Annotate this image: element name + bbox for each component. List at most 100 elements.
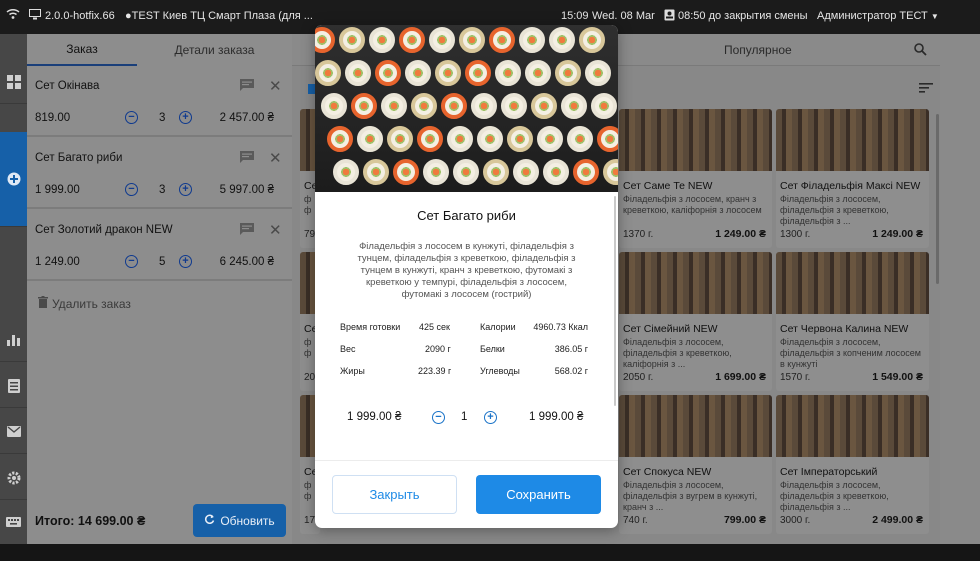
comment-icon[interactable] bbox=[240, 223, 254, 238]
sushi-roll bbox=[597, 126, 618, 152]
sushi-roll bbox=[369, 27, 395, 53]
plus-icon[interactable]: + bbox=[179, 111, 192, 124]
order-item[interactable]: Сет Багато риби ✕ 1 999.00 − 3 + 5 997.0… bbox=[27, 139, 292, 209]
sushi-roll bbox=[357, 126, 383, 152]
sushi-roll bbox=[441, 93, 467, 119]
save-button[interactable]: Сохранить bbox=[476, 475, 601, 514]
sushi-roll bbox=[393, 159, 419, 185]
order-item[interactable]: Сет Золотий дракон NEW ✕ 1 249.00 − 5 + … bbox=[27, 211, 292, 281]
sushi-roll bbox=[573, 159, 599, 185]
store-name[interactable]: ●TEST Киев ТЦ Смарт Плаза (для ... bbox=[125, 10, 313, 22]
product-image bbox=[776, 109, 929, 171]
product-card[interactable]: Сет Філадельфія Максі NEW Філадельфія з … bbox=[776, 109, 929, 248]
sort-icon[interactable] bbox=[919, 80, 933, 98]
product-card[interactable]: Сет Імператорський Філадельфія з лососем… bbox=[776, 395, 929, 534]
add-order-icon[interactable] bbox=[0, 132, 27, 227]
sushi-roll bbox=[603, 159, 618, 185]
tab-popular[interactable]: Популярное bbox=[724, 43, 792, 57]
sushi-roll bbox=[339, 27, 365, 53]
product-card[interactable]: Сет Спокуса NEW Філадельфія з лососем, ф… bbox=[619, 395, 772, 534]
chart-icon[interactable] bbox=[0, 318, 27, 362]
product-card[interactable]: Сет Сімейний NEW Філадельфія з лососем, … bbox=[619, 252, 772, 391]
sushi-roll bbox=[531, 93, 557, 119]
search-icon[interactable] bbox=[914, 43, 927, 61]
sushi-roll bbox=[495, 60, 521, 86]
cook-time-label: Время готовки bbox=[340, 322, 401, 332]
product-card[interactable]: Сет Саме Те NEW Філадельфія з лососем, к… bbox=[619, 109, 772, 248]
settings-icon[interactable] bbox=[0, 456, 27, 500]
refresh-button[interactable]: Обновить bbox=[193, 504, 286, 537]
bottom-bar bbox=[0, 544, 980, 561]
keyboard-icon[interactable] bbox=[0, 500, 27, 544]
sushi-roll bbox=[579, 27, 605, 53]
scrollbar[interactable] bbox=[936, 114, 939, 284]
plus-icon[interactable]: + bbox=[484, 411, 497, 424]
sushi-roll bbox=[345, 60, 371, 86]
minus-icon[interactable]: − bbox=[125, 183, 138, 196]
close-icon[interactable]: ✕ bbox=[269, 149, 282, 167]
cook-time-value: 425 сек bbox=[419, 322, 450, 332]
refresh-icon bbox=[204, 514, 215, 528]
order-item-total: 2 457.00 ₴ bbox=[219, 112, 274, 124]
modal-qty: 1 bbox=[461, 411, 468, 423]
plus-icon[interactable]: + bbox=[179, 255, 192, 268]
product-name: Сет Саме Те NEW bbox=[623, 180, 713, 192]
sushi-roll bbox=[351, 93, 377, 119]
tab-order-details[interactable]: Детали заказа bbox=[137, 34, 292, 66]
product-weight: 1570 г. bbox=[780, 372, 811, 383]
sushi-roll bbox=[519, 27, 545, 53]
sushi-roll bbox=[525, 60, 551, 86]
product-price: 1 549.00 ₴ bbox=[872, 371, 923, 383]
trash-icon bbox=[38, 296, 48, 311]
list-icon[interactable] bbox=[0, 364, 27, 408]
modal-description: Філадельфія з лососем в кунжуті, філадел… bbox=[357, 241, 576, 300]
sushi-roll bbox=[375, 60, 401, 86]
product-price: 799.00 ₴ bbox=[723, 514, 766, 526]
product-price: 2 499.00 ₴ bbox=[872, 514, 923, 526]
close-icon[interactable]: ✕ bbox=[269, 77, 282, 95]
product-card[interactable]: Сет Червона Калина NEW Філадельфія з лос… bbox=[776, 252, 929, 391]
comment-icon[interactable] bbox=[240, 151, 254, 166]
order-total: Итого: 14 699.00 ₴ bbox=[35, 514, 146, 528]
sushi-roll bbox=[429, 27, 455, 53]
delete-order-button[interactable]: Удалить заказ bbox=[38, 296, 131, 311]
order-item-name: Сет Багато риби bbox=[35, 152, 123, 164]
product-photo bbox=[315, 25, 618, 192]
sushi-roll bbox=[501, 93, 527, 119]
weight-value: 2090 г bbox=[425, 344, 451, 354]
modal-footer-divider bbox=[315, 460, 618, 461]
mail-icon[interactable] bbox=[0, 410, 27, 454]
product-weight: 740 г. bbox=[623, 515, 648, 526]
tab-order[interactable]: Заказ bbox=[27, 34, 137, 66]
clock-date: Wed. 08 Mar bbox=[592, 10, 655, 22]
product-name: Сет Імператорський bbox=[780, 466, 878, 478]
grid-icon[interactable] bbox=[0, 60, 27, 104]
product-price: 1 699.00 ₴ bbox=[715, 371, 766, 383]
minus-icon[interactable]: − bbox=[125, 111, 138, 124]
order-item-price: 1 999.00 bbox=[35, 184, 80, 196]
product-name: Сет Філадельфія Максі NEW bbox=[780, 180, 921, 192]
line-total: 1 999.00 ₴ bbox=[529, 411, 584, 423]
sushi-roll bbox=[315, 27, 335, 53]
modal-scrollbar[interactable] bbox=[614, 196, 616, 406]
plus-icon[interactable]: + bbox=[179, 183, 192, 196]
minus-icon[interactable]: − bbox=[125, 255, 138, 268]
sushi-roll bbox=[585, 60, 611, 86]
user-menu[interactable]: Администратор ТЕСТ ▼ bbox=[817, 10, 939, 22]
clock-time: 15:09 bbox=[561, 10, 589, 22]
weight-label: Вес bbox=[340, 344, 356, 354]
close-button[interactable]: Закрыть bbox=[332, 475, 457, 514]
sushi-roll bbox=[561, 93, 587, 119]
product-image bbox=[619, 109, 772, 171]
modal-title: Сет Багато риби bbox=[417, 208, 516, 223]
order-panel: Заказ Детали заказа Сет Окінава ✕ 819.00… bbox=[27, 34, 292, 544]
product-desc: Філадельфія з лососем, філадельфія з вуг… bbox=[623, 480, 758, 512]
close-icon[interactable]: ✕ bbox=[269, 221, 282, 239]
sushi-roll bbox=[405, 60, 431, 86]
order-item[interactable]: Сет Окінава ✕ 819.00 − 3 + 2 457.00 ₴ bbox=[27, 67, 292, 137]
minus-icon[interactable]: − bbox=[432, 411, 445, 424]
sushi-roll bbox=[447, 126, 473, 152]
product-price: 1 249.00 ₴ bbox=[872, 228, 923, 240]
comment-icon[interactable] bbox=[240, 79, 254, 94]
sushi-roll bbox=[315, 60, 341, 86]
